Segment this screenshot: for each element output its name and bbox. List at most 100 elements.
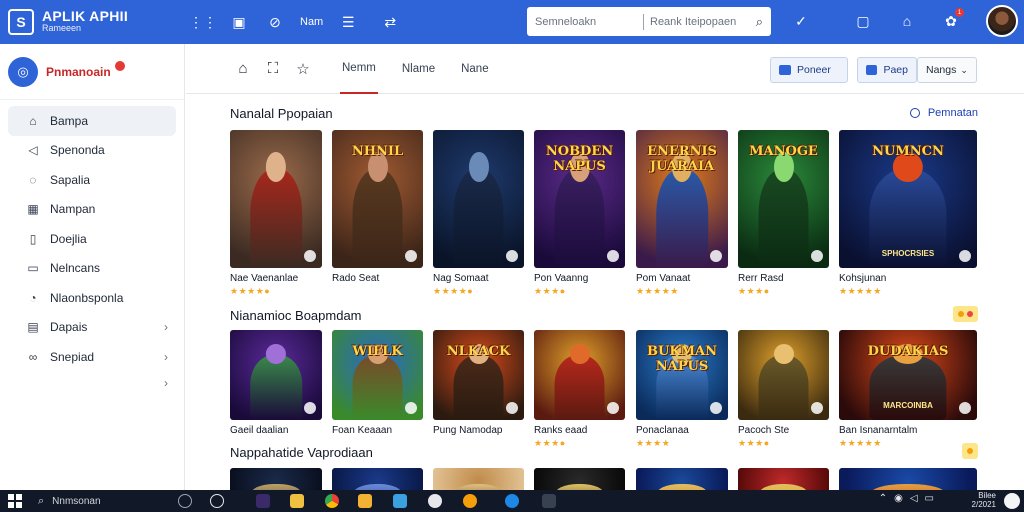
paep-button[interactable]: Paep (857, 57, 917, 83)
browser-icon[interactable] (463, 494, 477, 508)
game-thumbnail[interactable] (332, 468, 423, 490)
top-label[interactable]: Nam (300, 16, 323, 28)
chrome-icon[interactable] (325, 494, 339, 508)
game-thumbnail[interactable]: DUDAKIAS MARCOINBA (839, 330, 977, 420)
sort-select[interactable]: Nangs ⌄ (917, 57, 977, 83)
poneer-button[interactable]: Poneer (770, 57, 848, 83)
game-card[interactable]: ENERNIS JUARAIA Pom Vanaat ★★★★★ (636, 130, 728, 297)
sidebar-item-snepiad[interactable]: ∞ Snepiad › (8, 342, 176, 372)
game-thumbnail[interactable] (433, 468, 524, 490)
files-icon[interactable] (358, 494, 372, 508)
tab-nemm[interactable]: Nemm (340, 44, 378, 94)
game-card[interactable] (738, 468, 829, 490)
tab-nane[interactable]: Nane (459, 44, 491, 94)
game-card[interactable] (839, 468, 977, 490)
game-card[interactable]: Ranks eaad ★★★● (534, 330, 625, 449)
game-card[interactable]: NLKACK Pung Namodap (433, 330, 524, 436)
play-icon[interactable] (506, 402, 518, 414)
link-icon[interactable]: ⊘ (264, 11, 286, 33)
taskbar-clock[interactable]: Bilee 2/2021 (972, 491, 996, 509)
sidebar-item-spenonda[interactable]: ◁ Spenonda (8, 136, 176, 166)
user-avatar[interactable] (986, 5, 1018, 37)
chevron-right-icon[interactable]: › (164, 350, 168, 364)
game-card[interactable]: Gaeil daalian (230, 330, 322, 436)
play-icon[interactable] (959, 402, 971, 414)
sidebar-item-nelncans[interactable]: ▭ Nelncans (8, 254, 176, 284)
game-thumbnail[interactable] (738, 330, 829, 420)
game-thumbnail[interactable]: WIFLK (332, 330, 423, 420)
apps-grid-icon[interactable]: ⋮⋮ (189, 11, 217, 33)
game-title[interactable]: Rerr Rasd (738, 273, 829, 284)
game-thumbnail[interactable]: NUMNCN SPHOCRSIES (839, 130, 977, 268)
play-icon[interactable] (811, 402, 823, 414)
game-thumbnail[interactable] (230, 330, 322, 420)
game-title[interactable]: Pom Vanaat (636, 273, 728, 284)
tab-nlame[interactable]: Nlame (400, 44, 437, 94)
play-icon[interactable] (959, 250, 971, 262)
edge-icon[interactable] (505, 494, 519, 508)
game-card[interactable]: NUMNCN SPHOCRSIES Kohsjunan ★★★★★ (839, 130, 977, 297)
sidebar-item-sapalia[interactable]: ◌ Sapalia (8, 165, 176, 195)
app-icon[interactable] (542, 494, 556, 508)
chevron-right-icon[interactable]: › (164, 320, 168, 334)
section-link[interactable]: Pemnatan (909, 107, 978, 119)
notification-center-icon[interactable] (1004, 493, 1020, 509)
task-view-icon[interactable] (210, 494, 224, 508)
game-card[interactable]: Nag Somaat ★★★★● (433, 130, 524, 297)
game-title[interactable]: Gaeil daalian (230, 425, 322, 436)
play-icon[interactable] (607, 402, 619, 414)
play-icon[interactable] (506, 250, 518, 262)
game-card[interactable]: WIFLK Foan Keaaan (332, 330, 423, 436)
app-logo[interactable]: S APLIK APHII Rameeen (8, 9, 178, 35)
store-icon[interactable] (393, 494, 407, 508)
star-icon[interactable]: ☆ (288, 60, 318, 78)
game-title[interactable]: Pon Vaanng (534, 273, 625, 284)
chevron-right-icon[interactable]: › (164, 376, 168, 390)
game-thumbnail[interactable] (230, 468, 322, 490)
game-thumbnail[interactable] (738, 468, 829, 490)
game-title[interactable]: Foan Keaaan (332, 425, 423, 436)
settings-icon[interactable] (428, 494, 442, 508)
game-thumbnail[interactable]: NLKACK (433, 330, 524, 420)
home-icon[interactable]: ⌂ (896, 10, 918, 32)
game-card[interactable] (332, 468, 423, 490)
game-thumbnail[interactable] (230, 130, 322, 268)
app-icon[interactable] (256, 494, 270, 508)
play-icon[interactable] (710, 250, 722, 262)
game-title[interactable]: Ponaclanaa (636, 425, 728, 436)
play-icon[interactable] (304, 402, 316, 414)
sidebar-item-doejlia[interactable]: ▯ Doejlia (8, 224, 176, 254)
play-icon[interactable] (607, 250, 619, 262)
game-card[interactable] (534, 468, 625, 490)
sidebar-item-nampan[interactable]: ▦ Nampan (8, 195, 176, 225)
check-icon[interactable]: ✓ (790, 10, 812, 32)
list-icon[interactable]: ☰ (337, 11, 359, 33)
game-title[interactable]: Rado Seat (332, 273, 423, 284)
game-card[interactable]: Nae Vaenanlae ★★★★● (230, 130, 322, 297)
game-thumbnail[interactable]: NHNIL (332, 130, 423, 268)
game-thumbnail[interactable] (839, 468, 977, 490)
sidebar-profile[interactable]: ◎ Pnmanoain (0, 44, 184, 100)
game-thumbnail[interactable] (534, 468, 625, 490)
game-title[interactable]: Ban Isnanarntalm (839, 425, 977, 436)
cortana-icon[interactable] (178, 494, 192, 508)
search-input[interactable]: Semneloakn Reank Iteipopaen ⌕ (527, 7, 771, 36)
game-card[interactable] (230, 468, 322, 490)
game-thumbnail[interactable]: NOBDEN NAPUS (534, 130, 625, 268)
game-title[interactable]: Nag Somaat (433, 273, 524, 284)
play-icon[interactable] (405, 250, 417, 262)
game-thumbnail[interactable]: BUKMAN NAPUS (636, 330, 728, 420)
game-card[interactable]: DUDAKIAS MARCOINBA Ban Isnanarntalm ★★★★★ (839, 330, 977, 449)
section-pill[interactable] (962, 443, 978, 459)
sidebar-expander[interactable]: › (8, 372, 176, 396)
battery-icon[interactable]: ▭ (925, 493, 934, 504)
game-card[interactable]: BUKMAN NAPUS Ponaclanaa ★★★★ (636, 330, 728, 449)
game-thumbnail[interactable]: ENERNIS JUARAIA (636, 130, 728, 268)
chevron-up-icon[interactable]: ⌃ (879, 493, 887, 504)
play-icon[interactable] (304, 250, 316, 262)
share-icon[interactable]: ⇄ (379, 11, 401, 33)
page-icon[interactable]: ▢ (852, 10, 874, 32)
network-icon[interactable]: ◉ (894, 493, 903, 504)
windows-start-icon[interactable] (8, 494, 22, 508)
game-title[interactable]: Kohsjunan (839, 273, 977, 284)
